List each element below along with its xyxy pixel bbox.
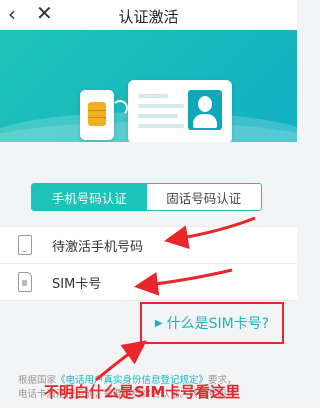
sim-number-placeholder: SIM卡号 (52, 277, 102, 292)
sim-number-field[interactable]: SIM卡号 (0, 264, 297, 300)
auth-type-tabs: 手机号码认证 固话号码认证 (31, 183, 262, 211)
phone-number-field[interactable]: 待激活手机号码 (0, 227, 297, 263)
sim-icon (18, 272, 32, 292)
signal-icon (112, 100, 128, 116)
id-card-illustration (128, 80, 232, 142)
tab-mobile-auth[interactable]: 手机号码认证 (32, 184, 147, 210)
what-is-sim-label: 什么是SIM卡号? (166, 316, 270, 332)
id-line (138, 124, 184, 128)
annotation-text: 不明白什么是SIM卡号看这里 (44, 383, 241, 401)
phone-number-placeholder: 待激活手机号码 (52, 240, 144, 255)
id-line (138, 94, 168, 98)
id-line (138, 114, 178, 118)
what-is-sim-link[interactable]: ▶ 什么是SIM卡号? (140, 302, 284, 344)
divider (0, 300, 297, 301)
top-bar: ‹ ✕ 认证激活 (0, 0, 297, 30)
sim-chip-icon (88, 102, 106, 126)
tab-landline-auth[interactable]: 固话号码认证 (147, 184, 262, 210)
play-triangle-icon: ▶ (154, 317, 163, 329)
id-photo-icon (188, 90, 222, 130)
sim-card-illustration (80, 90, 114, 140)
banner (0, 30, 297, 142)
id-line (138, 104, 184, 108)
page-title: 认证激活 (118, 8, 179, 26)
phone-icon (18, 235, 32, 255)
